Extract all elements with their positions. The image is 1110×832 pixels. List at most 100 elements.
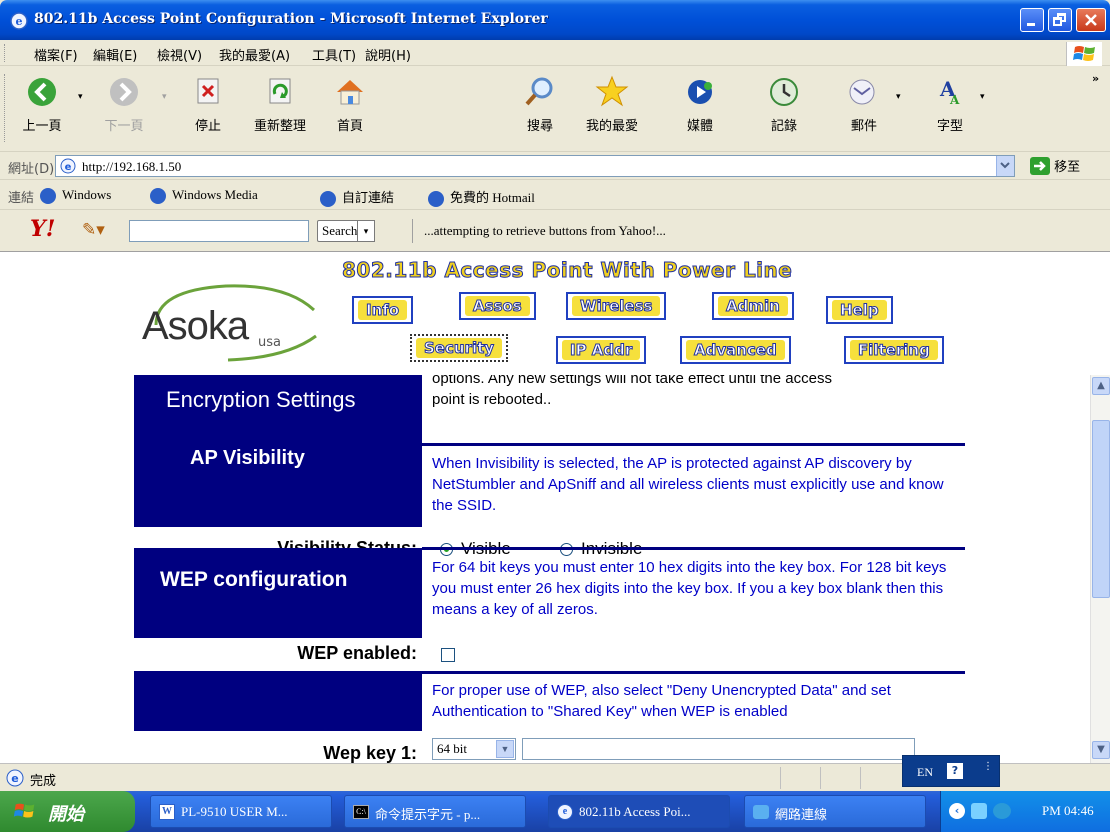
menu-tools[interactable]: 工具(T) bbox=[312, 45, 356, 64]
link-custom[interactable]: 自訂連結 bbox=[320, 187, 394, 208]
scroll-up-icon[interactable]: ▲ bbox=[1092, 377, 1110, 395]
history-icon bbox=[770, 78, 798, 106]
task-network[interactable]: 網路連線 bbox=[744, 795, 926, 828]
nav-filtering[interactable]: Filtering bbox=[844, 336, 944, 364]
yahoo-status-text: ...attempting to retrieve buttons from Y… bbox=[424, 223, 666, 238]
start-button[interactable]: 開始 bbox=[0, 791, 135, 832]
forward-dropdown-icon[interactable]: ▾ bbox=[162, 92, 167, 102]
menu-view[interactable]: 檢視(V) bbox=[157, 45, 202, 64]
network-tray-icon[interactable] bbox=[971, 803, 987, 819]
ie-page-icon bbox=[428, 191, 444, 208]
nav-wireless[interactable]: Wireless bbox=[566, 292, 667, 320]
help-icon[interactable]: ? bbox=[947, 763, 963, 779]
yahoo-logo-icon[interactable]: Y! bbox=[30, 216, 55, 242]
stop-button[interactable]: 停止 bbox=[176, 74, 240, 142]
nav-assos[interactable]: Assos bbox=[459, 292, 536, 320]
nav-admin[interactable]: Admin bbox=[712, 292, 794, 320]
ap-visibility-description: When Invisibility is selected, the AP is… bbox=[432, 455, 944, 514]
history-button[interactable]: 記錄 bbox=[752, 74, 816, 142]
mail-dropdown-icon[interactable]: ▾ bbox=[896, 92, 901, 102]
font-button[interactable]: AA 字型 bbox=[918, 74, 982, 142]
taskbar: 開始 W PL-9510 USER M... C:\ 命令提示字元 - p...… bbox=[0, 791, 1110, 832]
address-dropdown-icon[interactable] bbox=[996, 156, 1014, 176]
separator bbox=[422, 547, 965, 550]
link-windows[interactable]: Windows bbox=[40, 187, 111, 205]
close-icon bbox=[1085, 14, 1097, 26]
forward-button[interactable]: 下一頁 bbox=[92, 74, 156, 142]
search-dropdown-icon[interactable]: ▾ bbox=[357, 220, 375, 242]
task-command-prompt[interactable]: C:\ 命令提示字元 - p... bbox=[344, 795, 526, 828]
task-word-doc[interactable]: W PL-9510 USER M... bbox=[150, 795, 332, 828]
select-dropdown-icon[interactable]: ▼ bbox=[496, 740, 514, 758]
yahoo-search-input[interactable] bbox=[129, 220, 309, 242]
close-button[interactable] bbox=[1076, 8, 1106, 32]
back-dropdown-icon[interactable]: ▾ bbox=[78, 92, 83, 102]
nav-advanced[interactable]: Advanced bbox=[680, 336, 791, 364]
mail-button[interactable]: 郵件 bbox=[832, 74, 896, 142]
page-title: 802.11b Access Point With Power Line bbox=[341, 258, 793, 283]
search-icon bbox=[525, 77, 553, 106]
mail-icon bbox=[849, 79, 875, 105]
window-titlebar[interactable]: e 802.11b Access Point Configuration - M… bbox=[0, 0, 1110, 40]
separator bbox=[422, 671, 965, 674]
font-size-icon: AA bbox=[939, 77, 960, 107]
nav-security[interactable]: Security bbox=[410, 334, 509, 362]
search-button[interactable]: 搜尋 bbox=[508, 74, 572, 142]
home-button[interactable]: 首頁 bbox=[318, 74, 382, 142]
task-browser[interactable]: e 802.11b Access Poi... bbox=[548, 795, 730, 828]
windows-flag-icon bbox=[1066, 42, 1102, 66]
back-arrow-icon bbox=[28, 78, 56, 106]
favorites-button[interactable]: 我的最愛 bbox=[580, 74, 644, 142]
toolbar-overflow-icon[interactable]: » bbox=[1092, 72, 1099, 85]
vertical-scrollbar[interactable]: ▲ ▼ bbox=[1090, 375, 1110, 763]
ie-icon: e bbox=[557, 804, 573, 820]
nav-info[interactable]: Info bbox=[352, 296, 414, 324]
console-icon: C:\ bbox=[353, 805, 369, 819]
language-bar[interactable]: EN ? ⋮ bbox=[902, 755, 1000, 787]
wep-config-header: WEP configuration bbox=[134, 548, 422, 638]
refresh-button[interactable]: 重新整理 bbox=[248, 74, 312, 142]
svg-text:e: e bbox=[65, 162, 72, 173]
standard-toolbar: 上一頁 ▾ 下一頁 ▾ 停止 重新整理 首頁 搜尋 我的最愛 媒體 記錄 郵件 … bbox=[0, 66, 1110, 152]
lang-options-icon[interactable]: ⋮ bbox=[983, 761, 993, 772]
address-label: 網址(D) bbox=[8, 162, 55, 177]
wep-enabled-checkbox[interactable] bbox=[441, 648, 455, 662]
separator bbox=[422, 443, 965, 446]
address-input[interactable]: e http://192.168.1.50 bbox=[55, 155, 1015, 177]
minimize-button[interactable] bbox=[1020, 8, 1044, 32]
status-text: 完成 bbox=[30, 774, 57, 789]
wep-note: For proper use of WEP, also select "Deny… bbox=[432, 682, 891, 720]
menu-edit[interactable]: 編輯(E) bbox=[93, 45, 137, 64]
menu-favorites[interactable]: 我的最愛(A) bbox=[219, 45, 290, 64]
back-button[interactable]: 上一頁 bbox=[10, 74, 74, 142]
font-dropdown-icon[interactable]: ▾ bbox=[980, 92, 985, 102]
tray-expand-icon[interactable]: ‹ bbox=[949, 803, 965, 819]
wep-key1-label: Wep key 1: bbox=[323, 743, 417, 763]
connection-tray-icon[interactable] bbox=[993, 803, 1011, 819]
address-url: http://192.168.1.50 bbox=[82, 159, 182, 174]
wep-key1-input[interactable] bbox=[522, 738, 915, 760]
media-button[interactable]: 媒體 bbox=[668, 74, 732, 142]
svg-text:A: A bbox=[949, 93, 960, 107]
scroll-thumb[interactable] bbox=[1092, 420, 1110, 598]
wep-key1-size-select[interactable]: 64 bit ▼ bbox=[432, 738, 516, 760]
nav-ip-addr[interactable]: IP Addr bbox=[556, 336, 647, 364]
browser-content: 802.11b Access Point With Power Line Aso… bbox=[0, 252, 1110, 763]
wep-enabled-label: WEP enabled: bbox=[297, 643, 417, 663]
settings-frame: Encryption Settings options. Any new set… bbox=[0, 375, 1110, 763]
menu-help[interactable]: 說明(H) bbox=[365, 45, 411, 64]
ie-page-icon bbox=[150, 188, 166, 205]
menu-file[interactable]: 檔案(F) bbox=[34, 45, 78, 64]
scroll-down-icon[interactable]: ▼ bbox=[1092, 741, 1110, 759]
link-windows-media[interactable]: Windows Media bbox=[150, 187, 258, 205]
media-icon bbox=[688, 80, 712, 104]
menu-bar: 檔案(F) 編輯(E) 檢視(V) 我的最愛(A) 工具(T) 說明(H) bbox=[0, 40, 1110, 66]
go-button[interactable]: 移至 bbox=[1030, 156, 1105, 176]
logo-text: Asoka bbox=[142, 304, 249, 348]
pencil-icon[interactable]: ✎▾ bbox=[82, 220, 105, 240]
yahoo-search-button[interactable]: Search ▾ bbox=[317, 220, 375, 242]
link-hotmail[interactable]: 免費的 Hotmail bbox=[428, 187, 535, 208]
restore-button[interactable] bbox=[1048, 8, 1072, 32]
svg-text:e: e bbox=[16, 15, 23, 28]
nav-help[interactable]: Help bbox=[826, 296, 893, 324]
